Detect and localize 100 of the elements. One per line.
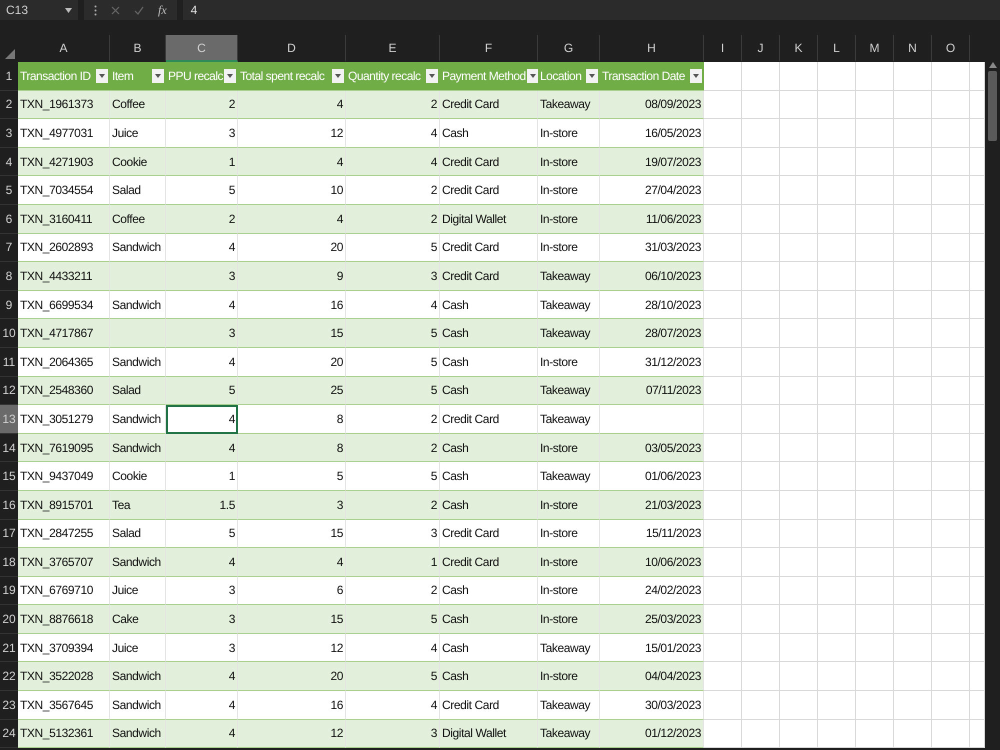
table-cell: 15 [238,520,346,548]
table-cell: 2 [166,204,238,234]
header-label: Location [540,68,582,83]
table-cell: Sandwich [110,548,166,577]
table-cell: 9 [238,262,346,291]
row-header[interactable]: 12 [0,376,18,406]
table-cell: TXN_3765707 [18,548,110,577]
table-cell: 5 [346,462,440,491]
table-cell: Sandwich [110,290,166,320]
insert-function-button[interactable]: fx [158,2,167,18]
table-cell: TXN_4433211 [18,262,110,291]
table-cell: 4 [166,691,238,720]
filter-button[interactable] [224,68,236,83]
row-header[interactable]: 14 [0,434,18,462]
table-cell: TXN_3522028 [18,662,110,692]
table-cell: Credit Card [440,262,538,291]
filter-button[interactable] [152,68,164,83]
table-cell: 27/04/2023 [600,176,704,205]
table-cell: 28/10/2023 [600,290,704,320]
select-all-icon[interactable] [5,49,15,59]
caret-icon [530,74,536,78]
table-cell: 4 [166,348,238,377]
name-box[interactable]: C13 [0,0,78,20]
table-cell: 31/03/2023 [600,234,704,262]
filter-button[interactable] [690,68,702,83]
table-cell: TXN_1961373 [18,90,110,120]
table-cell: In-store [538,576,600,606]
filter-button[interactable] [96,68,108,83]
row-header[interactable]: 19 [0,576,18,606]
row-header[interactable]: 7 [0,234,18,262]
formula-field[interactable]: 4 [182,0,1000,20]
table-cell: 20 [238,234,346,262]
filter-button[interactable] [526,68,539,83]
caret-icon [335,74,341,78]
table-cell: 4 [166,234,238,262]
table-cell: Takeaway [538,319,600,348]
table-cell: 2 [346,434,440,462]
cancel-icon[interactable] [111,6,120,14]
more-icon[interactable] [94,4,97,16]
table-cell: Takeaway [538,720,600,748]
table-cell: 4 [166,720,238,748]
table-cell: TXN_5132361 [18,720,110,748]
table-cell: 2 [346,90,440,120]
table-cell: 2 [346,405,440,434]
table-cell: 28/07/2023 [600,319,704,348]
table-cell: Salad [110,376,166,406]
table-cell: 2 [346,576,440,606]
table-cell: 25 [238,376,346,406]
row-header[interactable]: 17 [0,520,18,548]
table-cell: Salad [110,176,166,205]
table-cell: 5 [166,176,238,205]
table-cell: 30/03/2023 [600,691,704,720]
row-header[interactable]: 24 [0,720,18,748]
table-cell: 4 [238,548,346,577]
table-cell: 16 [238,691,346,720]
table-cell: 20 [238,348,346,377]
table-cell: Cookie [110,148,166,176]
caret-icon [227,74,234,78]
table-cell: In-store [538,490,600,520]
table-cell: 1 [166,462,238,491]
row-header[interactable]: 2 [0,90,18,120]
header-label: Payment Method [442,68,526,83]
header-label: PPU recalc [168,68,224,83]
table-cell: 12 [238,119,346,148]
table-cell: TXN_7034554 [18,176,110,205]
table-cell: 5 [346,605,440,634]
header-label: Transaction Date [602,68,685,83]
table-cell: Sandwich [110,662,166,692]
table-cell: 5 [346,662,440,692]
table-cell: Juice [110,119,166,148]
table-cell: 11/06/2023 [600,204,704,234]
table-cell: Cookie [110,462,166,491]
table-cell: In-store [538,176,600,205]
table-cell: 4 [166,548,238,577]
check-icon[interactable] [134,6,144,14]
table-cell: 10/06/2023 [600,548,704,577]
table-cell: 1 [346,548,440,577]
filter-button[interactable] [332,68,344,83]
scrollbar-thumb[interactable] [988,71,997,141]
table-cell: TXN_6699534 [18,290,110,320]
column-header[interactable]: C [166,35,238,62]
table-cell: Coffee [110,204,166,234]
caret-icon [429,74,435,78]
filter-button[interactable] [426,68,438,83]
table-cell: In-store [538,605,600,634]
table-cell: Cash [440,462,538,491]
table-cell: TXN_4717867 [18,319,110,348]
table-cell: TXN_2064365 [18,348,110,377]
table-cell: Cash [440,605,538,634]
table-cell: In-store [538,204,600,234]
table-cell: 19/07/2023 [600,148,704,176]
filter-button[interactable] [586,68,598,83]
table-cell: TXN_2847255 [18,520,110,548]
table-cell: 3 [166,262,238,291]
table-cell: TXN_8876618 [18,605,110,634]
scroll-up-icon[interactable] [988,62,996,68]
row-header[interactable]: 13 [0,405,18,434]
table-cell: Salad [110,520,166,548]
table-cell: Sandwich [110,434,166,462]
table-cell: 3 [166,319,238,348]
